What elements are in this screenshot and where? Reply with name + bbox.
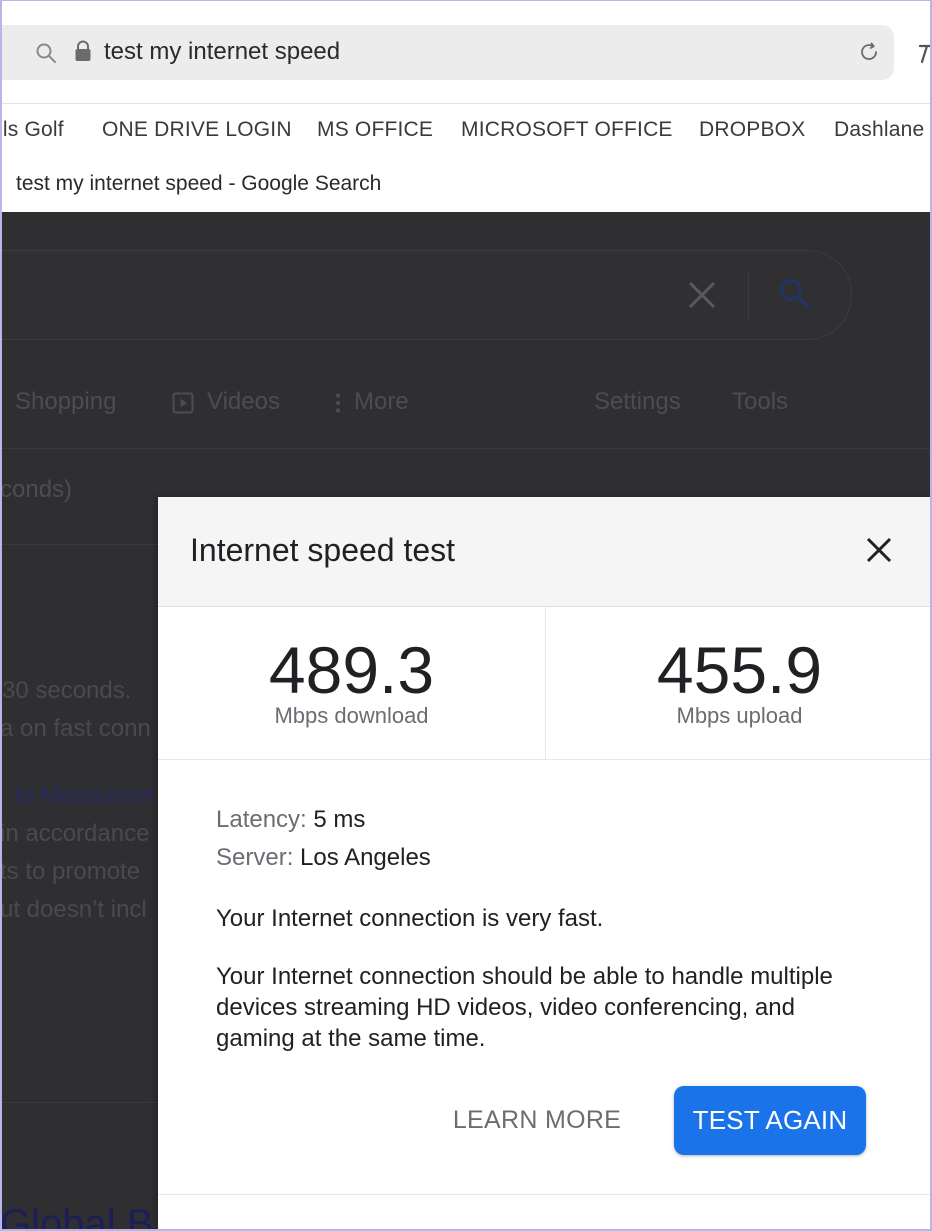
upload-metric: 455.9 Mbps upload <box>546 607 932 759</box>
server-row: Server: Los Angeles <box>216 844 431 872</box>
search-box-divider <box>748 274 749 320</box>
tab-more[interactable]: More <box>354 388 409 416</box>
upload-label: Mbps upload <box>676 703 803 728</box>
snippet-line: ut doesn’t incl <box>0 896 147 923</box>
speed-summary: Your Internet connection is very fast. <box>216 905 604 932</box>
latency-value: 5 ms <box>313 806 366 833</box>
bookmark-ms-office[interactable]: MS OFFICE <box>317 118 433 142</box>
download-value: 489.3 <box>268 633 435 707</box>
dialog-header: Internet speed test <box>158 497 932 607</box>
metrics-divider <box>158 759 932 760</box>
google-search-box[interactable] <box>0 250 852 340</box>
snippet-link[interactable]: to Measurem <box>14 782 154 810</box>
tab-shopping[interactable]: Shopping <box>15 388 116 416</box>
upload-value: 455.9 <box>656 633 823 707</box>
server-label: Server: <box>216 844 294 871</box>
snippet-line: ts to promote <box>0 858 141 885</box>
speed-detail: Your Internet connection should be able … <box>216 963 833 1052</box>
dialog-footer-divider <box>158 1194 932 1195</box>
learn-more-button[interactable]: LEARN MORE <box>432 1097 642 1143</box>
speed-test-dialog: Internet speed test 489.3 Mbps download … <box>158 497 932 1231</box>
dialog-title: Internet speed test <box>190 532 456 568</box>
clear-icon[interactable] <box>685 278 719 312</box>
lock-icon <box>75 40 91 61</box>
snippet-line: in accordance <box>0 820 150 847</box>
toolbar-divider <box>0 103 932 104</box>
latency-row: Latency: 5 ms <box>216 806 365 834</box>
browser-chrome: test my internet speed lls Golf ONE DRIV… <box>0 0 932 212</box>
snippet-line: 30 seconds. <box>2 677 132 704</box>
more-dots-icon <box>335 393 341 413</box>
bookmark-golf[interactable]: lls Golf <box>0 118 64 142</box>
search-icon <box>36 43 56 63</box>
results-stats: conds) <box>0 476 73 503</box>
tab-tools[interactable]: Tools <box>732 388 788 416</box>
bookmark-microsoft-office[interactable]: MICROSOFT OFFICE <box>461 118 673 142</box>
bookmark-dropbox[interactable]: DROPBOX <box>699 118 805 142</box>
tab-settings[interactable]: Settings <box>594 388 681 416</box>
tab-videos[interactable]: Videos <box>207 388 280 416</box>
tabs-divider <box>0 448 932 449</box>
result-link[interactable]: Global B <box>0 1202 153 1231</box>
bookmark-dashlane[interactable]: Dashlane <box>834 118 924 142</box>
snippet-line: a on fast conn <box>0 715 151 742</box>
search-icon[interactable] <box>777 276 813 312</box>
download-label: Mbps download <box>274 703 429 728</box>
tab-title[interactable]: test my internet speed - Google Search <box>16 172 381 196</box>
extension-icon[interactable] <box>916 40 932 68</box>
latency-label: Latency: <box>216 806 307 833</box>
address-text[interactable]: test my internet speed <box>104 38 340 66</box>
server-value: Los Angeles <box>300 844 431 871</box>
reload-icon[interactable] <box>857 40 881 64</box>
bookmark-one-drive-login[interactable]: ONE DRIVE LOGIN <box>102 118 292 142</box>
download-metric: 489.3 Mbps download <box>158 607 545 759</box>
close-icon[interactable] <box>862 533 896 567</box>
video-icon <box>172 392 194 414</box>
test-again-button[interactable]: TEST AGAIN <box>674 1086 866 1155</box>
address-bar[interactable]: test my internet speed <box>0 25 894 80</box>
